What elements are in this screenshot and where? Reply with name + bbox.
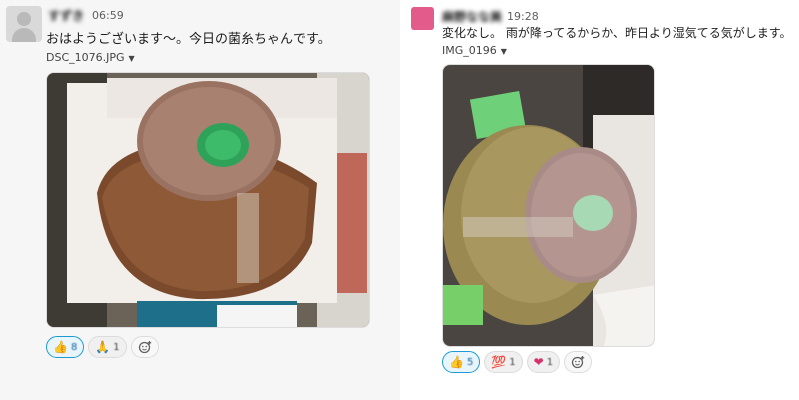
file-name[interactable]: IMG_0196 ▼ [442,44,507,57]
timestamp[interactable]: 06:59 [92,9,124,22]
message-text: おはようございます〜。今日の菌糸ちゃんです。 [46,32,331,47]
reaction-heart[interactable]: ❤ 1 [526,351,561,373]
caret-down-icon[interactable]: ▼ [129,54,135,63]
reaction-count: 5 [466,356,474,368]
username[interactable]: 麻野なな美 [442,8,502,25]
timestamp[interactable]: 19:28 [507,10,539,23]
reaction-thumbs-up[interactable]: 👍 5 [442,351,481,373]
reaction-bar: 👍 5 💯 1 ❤ 1 [442,351,593,373]
file-name-label: IMG_0196 [442,44,497,57]
photo-mycelium-jar-top [47,73,369,327]
message-panel-left: すずき 06:59 おはようございます〜。今日の菌糸ちゃんです。 DSC_107… [0,0,400,400]
attached-photo[interactable] [442,64,655,347]
hundred-points-icon: 💯 [491,355,507,369]
user-avatar[interactable] [411,7,434,30]
reaction-thumbs-up[interactable]: 👍 8 [46,336,85,358]
message-text: 変化なし。 雨が降ってるからか、昨日より湿気てる気がします。 [442,26,792,40]
message-panel-right: 麻野なな美 19:28 変化なし。 雨が降ってるからか、昨日より湿気てる気がしま… [404,0,799,400]
reaction-hundred[interactable]: 💯 1 [484,351,523,373]
thumbs-up-icon: 👍 [449,355,464,369]
reaction-count: 8 [70,341,78,353]
reaction-count: 1 [546,356,554,368]
thumbs-up-icon: 👍 [53,340,68,354]
attached-photo[interactable] [46,72,370,328]
file-name[interactable]: DSC_1076.JPG ▼ [46,51,135,64]
add-reaction-icon [138,341,151,354]
heart-icon: ❤ [533,355,544,369]
file-name-label: DSC_1076.JPG [46,51,125,64]
reaction-count: 1 [113,341,120,353]
add-reaction-button[interactable] [130,336,159,358]
username[interactable]: すずき [48,7,84,24]
caret-down-icon[interactable]: ▼ [501,47,507,56]
add-reaction-button[interactable] [564,351,593,373]
add-reaction-icon [571,356,585,369]
photo-mycelium-jar-side [443,65,654,346]
reaction-bar: 👍 8 🙏 1 [46,336,159,358]
reaction-pray[interactable]: 🙏 1 [88,336,127,358]
pray-icon: 🙏 [95,340,111,354]
user-avatar[interactable] [6,6,42,42]
reaction-count: 1 [509,356,516,368]
